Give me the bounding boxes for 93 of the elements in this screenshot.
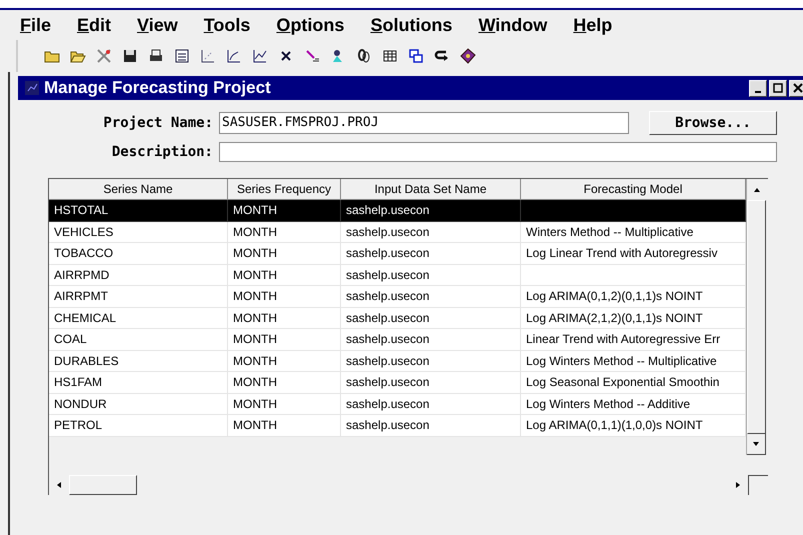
table-cell-text: MONTH xyxy=(233,266,277,284)
printer-icon[interactable] xyxy=(148,48,164,64)
menu-item[interactable]: Window xyxy=(478,12,548,38)
table-cell-text: Log Winters Method -- Multiplicative xyxy=(526,352,717,370)
maximize-button[interactable] xyxy=(769,80,787,96)
scroll-right-button[interactable] xyxy=(734,481,742,489)
table-cell-text: AIRRPMD xyxy=(54,266,110,284)
scroll-left-button[interactable] xyxy=(55,481,63,489)
table-cell-text: Linear Trend with Autoregressive Err xyxy=(526,331,720,348)
table-cell-text: MONTH xyxy=(233,202,277,220)
table-cell-text: MONTH xyxy=(233,224,277,241)
table-cell-text: sashelp.usecon xyxy=(346,310,430,327)
scatter-plot-icon[interactable] xyxy=(200,48,216,64)
field-label: Description: xyxy=(110,142,214,162)
table-row[interactable]: TOBACCO MONTH sashelp.usecon Log Linear Trend with Autoregressiv xyxy=(49,243,746,264)
column-header[interactable]: Series Name xyxy=(49,179,228,200)
table-cell-text: TOBACCO xyxy=(54,245,114,262)
return-icon[interactable] xyxy=(434,48,450,64)
windows-icon[interactable] xyxy=(408,48,424,64)
menu-item[interactable]: Edit xyxy=(77,12,112,38)
clip-icon[interactable] xyxy=(356,48,372,64)
table-cell-text: MONTH xyxy=(233,310,277,327)
table-cell-text: Log Linear Trend with Autoregressiv xyxy=(526,245,718,262)
maximize-icon xyxy=(773,83,783,93)
table-cell-text: COAL xyxy=(54,331,87,348)
menu-item[interactable]: View xyxy=(137,12,178,38)
table-row[interactable]: PETROL MONTH sashelp.usecon Log ARIMA(0,1,1)(1,0,0)s NOINT xyxy=(49,415,746,436)
table-cell-text: VEHICLES xyxy=(54,224,114,241)
browse-button[interactable]: Browse... xyxy=(649,111,777,135)
table-row[interactable]: DURABLES MONTH sashelp.usecon Log Winters Method -- Multiplicative xyxy=(49,350,746,372)
line-chart-icon[interactable] xyxy=(252,48,268,64)
table-row[interactable]: VEHICLES MONTH sashelp.usecon Winters Method -- Multiplicative xyxy=(49,222,746,243)
table-icon[interactable] xyxy=(382,48,398,64)
table-row[interactable]: COAL MONTH sashelp.usecon Linear Trend with Autoregressive Err xyxy=(49,329,746,350)
table-cell-text: MONTH xyxy=(233,417,277,434)
table-cell-text: sashelp.usecon xyxy=(346,224,430,241)
table-cell-text: Winters Method -- Multiplicative xyxy=(526,224,694,241)
table-cell-text: MONTH xyxy=(233,352,277,370)
table-cell-text: NONDUR xyxy=(54,396,107,413)
table-row[interactable]: HS1FAM MONTH sashelp.usecon Log Seasonal Exponential Smoothin xyxy=(49,372,746,394)
project-name-field[interactable]: SASUSER.FMSPROJ.PROJ xyxy=(219,112,629,134)
table-cell-text: MONTH xyxy=(233,245,277,262)
close-icon xyxy=(793,83,803,93)
table-cell-text: sashelp.usecon xyxy=(346,245,430,262)
column-header[interactable]: Forecasting Model xyxy=(521,179,746,200)
table-cell-text: sashelp.usecon xyxy=(346,396,430,413)
list-icon[interactable] xyxy=(174,48,190,64)
table-row[interactable]: NONDUR MONTH sashelp.usecon Log Winters Method -- Additive xyxy=(49,394,746,415)
table-cell-text: sashelp.usecon xyxy=(346,352,430,370)
table-cell-text: HSTOTAL xyxy=(54,202,108,220)
table-cell-text: sashelp.usecon xyxy=(346,266,430,284)
table-cell-text: AIRRPMT xyxy=(54,288,108,306)
column-header[interactable]: Input Data Set Name xyxy=(341,179,521,200)
menu-item[interactable]: Options xyxy=(276,12,344,38)
field-label: Project Name: xyxy=(102,114,214,132)
minimize-button[interactable] xyxy=(749,80,767,96)
menu-item[interactable]: Tools xyxy=(204,12,250,38)
table-cell-text: sashelp.usecon xyxy=(346,202,430,220)
table-row[interactable]: HSTOTAL MONTH sashelp.usecon xyxy=(49,200,746,222)
table-cell-text: Log Seasonal Exponential Smoothin xyxy=(526,374,720,392)
table-cell-text: sashelp.usecon xyxy=(346,417,430,434)
description-field[interactable] xyxy=(219,142,777,162)
table-cell-text: sashelp.usecon xyxy=(346,374,430,392)
column-header[interactable]: Series Frequency xyxy=(228,179,341,200)
table-cell-text: Log Winters Method -- Additive xyxy=(526,396,690,413)
table-cell-text: MONTH xyxy=(233,374,277,392)
table-cell-text: CHEMICAL xyxy=(54,310,116,327)
table-cell-text: DURABLES xyxy=(54,352,119,370)
table-row[interactable]: AIRRPMT MONTH sashelp.usecon Log ARIMA(0,1,2)(0,1,1)s NOINT xyxy=(49,286,746,308)
menu-item[interactable]: Solutions xyxy=(370,12,452,38)
table-cell-text: MONTH xyxy=(233,288,277,306)
close-button[interactable] xyxy=(789,80,803,96)
menu-item[interactable]: Help xyxy=(573,12,612,38)
table-cell-text: Log ARIMA(0,1,2)(0,1,1)s NOINT xyxy=(526,288,703,306)
table-cell-text: MONTH xyxy=(233,396,277,413)
table-cell-text: Log ARIMA(0,1,1)(1,0,0)s NOINT xyxy=(526,417,703,434)
table-row[interactable]: CHEMICAL MONTH sashelp.usecon Log ARIMA(2,1,2)(0,1,1)s NOINT xyxy=(49,308,746,329)
table-cell-text: Log ARIMA(2,1,2)(0,1,1)s NOINT xyxy=(526,310,703,327)
line-plot-icon[interactable] xyxy=(226,48,242,64)
scroll-up-button[interactable] xyxy=(752,186,760,194)
table-cell-text: PETROL xyxy=(54,417,102,434)
app-icon xyxy=(24,80,40,96)
menu-item[interactable]: File xyxy=(20,12,52,38)
table-cell-text: sashelp.usecon xyxy=(346,288,430,306)
table-cell-text: MONTH xyxy=(233,331,277,348)
table-row[interactable]: AIRRPMD MONTH sashelp.usecon xyxy=(49,264,746,286)
minimize-icon xyxy=(755,91,761,93)
table-cell-text: sashelp.usecon xyxy=(346,331,430,348)
scroll-down-button[interactable] xyxy=(752,440,760,448)
table-cell-text: HS1FAM xyxy=(54,374,102,392)
window-title: Manage Forecasting Project xyxy=(44,77,272,100)
save-icon[interactable] xyxy=(122,48,138,64)
vertical-scrollbar[interactable] xyxy=(746,179,766,455)
